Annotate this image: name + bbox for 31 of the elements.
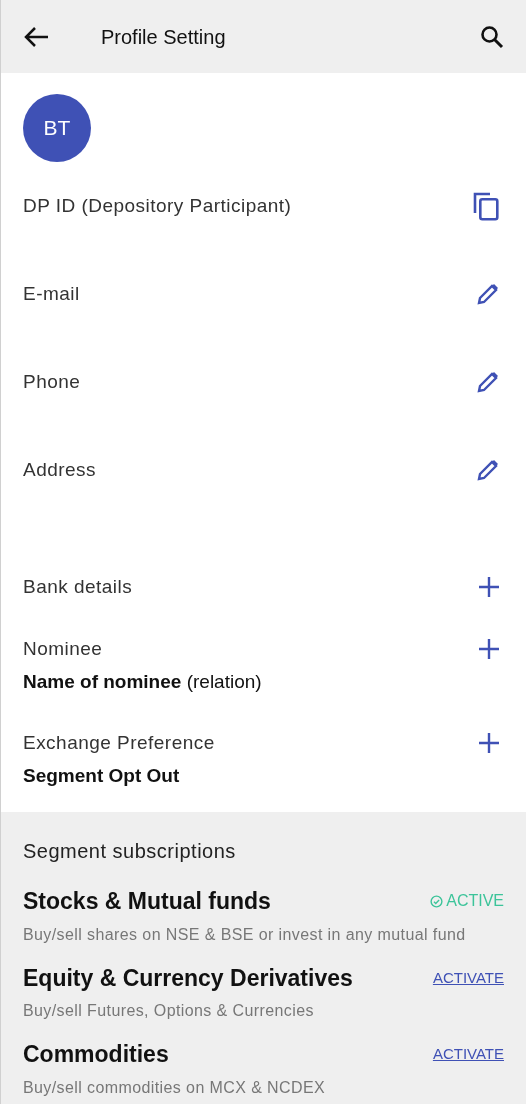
plus-icon[interactable] [478, 638, 500, 660]
avatar: BT [23, 94, 91, 162]
segment-name: Stocks & Mutual funds [23, 887, 271, 916]
field-label: DP ID (Depository Participant) [23, 193, 292, 218]
segment-name: Equity & Currency Derivatives [23, 963, 353, 993]
status-label: ACTIVE [446, 891, 504, 912]
pencil-icon[interactable] [476, 282, 500, 306]
segment-description: Buy/sell shares on NSE & BSE or invest in any mutual fund [23, 924, 467, 945]
field-label: E-mail [23, 281, 80, 306]
field-label: Phone [23, 369, 81, 394]
activate-link[interactable]: ACTIVATE [432, 1043, 504, 1066]
screen-title: Profile Setting [101, 24, 226, 50]
plus-icon[interactable] [478, 576, 500, 598]
search-icon[interactable] [480, 24, 504, 49]
field-label: Nominee [23, 636, 103, 661]
field-label: Bank details [23, 574, 133, 599]
field-value: Segment Opt Out [23, 764, 180, 788]
field-label: Address [23, 457, 97, 482]
copy-icon[interactable] [472, 191, 500, 221]
back-icon[interactable] [23, 25, 49, 48]
field-label: Exchange Preference [23, 730, 215, 755]
field-value: Name of nominee (relation) [23, 670, 262, 694]
activate-link[interactable]: ACTIVATE [432, 966, 504, 989]
plus-icon[interactable] [478, 732, 500, 754]
pencil-icon[interactable] [476, 370, 500, 394]
check-circle-icon [430, 894, 444, 908]
segment-description: Buy/sell commodities on MCX & NCDEX [23, 1077, 327, 1098]
pencil-icon[interactable] [476, 458, 500, 482]
segment-name: Commodities [23, 1040, 169, 1069]
section-title: Segment subscriptions [23, 839, 237, 864]
segment-description: Buy/sell Futures, Options & Currencies [23, 1001, 315, 1021]
